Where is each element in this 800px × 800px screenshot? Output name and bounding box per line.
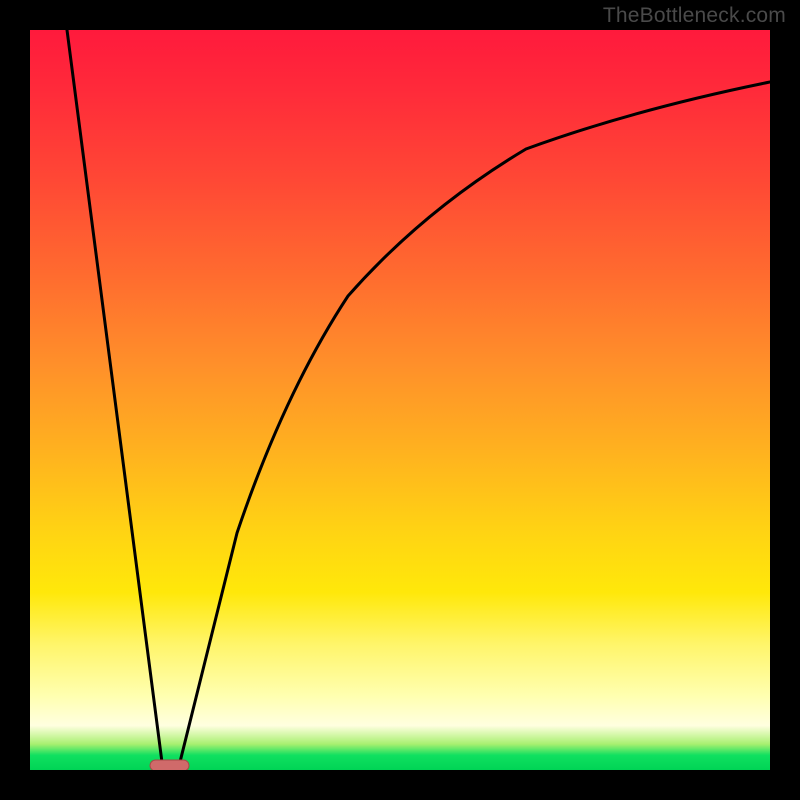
watermark-text: TheBottleneck.com bbox=[603, 4, 786, 28]
curves-layer bbox=[30, 30, 770, 770]
plot-area bbox=[30, 30, 770, 770]
right-branch-curve bbox=[178, 82, 770, 770]
left-branch-curve bbox=[67, 30, 163, 770]
valley-marker bbox=[150, 760, 189, 770]
chart-frame: TheBottleneck.com bbox=[0, 0, 800, 800]
